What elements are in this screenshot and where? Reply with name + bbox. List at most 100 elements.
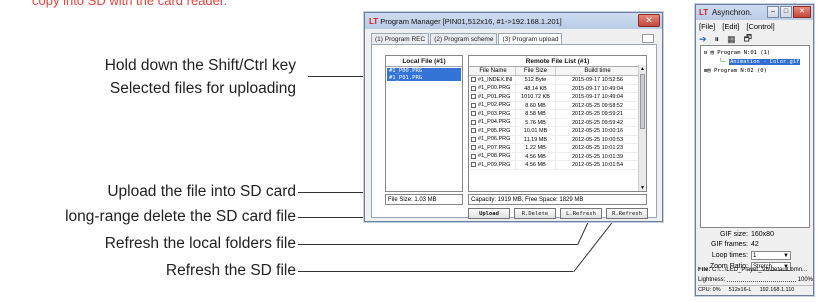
file-name-cell: #1_P00.PRG <box>469 84 516 92</box>
callout-shift-ctrl-line2: Selected files for uploading <box>109 80 296 97</box>
local-refresh-button[interactable]: L.Refresh <box>560 208 602 219</box>
row-checkbox[interactable] <box>471 128 476 134</box>
file-size-cell: 11.19 MB <box>516 135 556 143</box>
row-checkbox[interactable] <box>471 119 476 125</box>
local-file-item[interactable]: #1_P01.PRG <box>387 74 461 81</box>
file-name-text: #1_P00.PRG <box>478 85 511 91</box>
build-time-cell: 2015-09-17 10:49:04 <box>556 84 640 92</box>
row-checkbox[interactable] <box>471 145 476 151</box>
row-checkbox[interactable] <box>471 111 476 117</box>
toolbar: ➔ ⏸ ▦ 🗗 <box>696 33 813 45</box>
remote-file-title: Remote File List (#1) <box>469 56 646 67</box>
column-build-time[interactable]: Build time <box>556 67 640 75</box>
row-checkbox[interactable] <box>471 153 476 159</box>
status-bar: CPU: 0% 512x16-L 192.168.1.110 <box>698 285 813 293</box>
grid-icon[interactable]: ▦ <box>727 34 736 45</box>
remote-delete-button[interactable]: R.Delete <box>514 208 556 219</box>
lightness-value: 100% <box>797 277 813 283</box>
upload-button[interactable]: Upload <box>468 208 510 219</box>
build-time-cell: 2015-09-17 10:52:56 <box>556 76 640 84</box>
build-time-cell: 2012-05-25 10:00:53 <box>556 135 640 143</box>
file-name-cell: #1_P01.PRG <box>469 93 516 101</box>
scroll-up-icon[interactable]: ▲ <box>640 66 645 72</box>
file-name-cell: #1_P02.PRG <box>469 101 516 109</box>
gif-frames-value: 42 <box>751 241 759 248</box>
program-icon: ▤ <box>710 50 714 56</box>
close-button[interactable]: ✕ <box>793 6 811 18</box>
scroll-down-icon[interactable]: ▼ <box>640 185 645 191</box>
table-row[interactable]: #1_P01.PRG 1010.72 KB 2015-09-17 10:49:04 <box>469 93 646 102</box>
collapse-icon[interactable]: ⊟ <box>704 50 707 56</box>
file-name-cell: #1_P08.PRG <box>469 152 516 160</box>
column-file-name[interactable]: File Name <box>469 67 516 75</box>
file-name-cell: #1_P03.PRG <box>469 110 516 118</box>
row-checkbox[interactable] <box>471 85 476 91</box>
table-row[interactable]: #1_P00.PRG 48.14 KB 2015-09-17 10:49:04 <box>469 84 646 93</box>
tree-node-program-1[interactable]: ⊟ ▤ Program N:01 (1) <box>704 50 770 56</box>
row-checkbox[interactable] <box>471 102 476 108</box>
chevron-down-icon[interactable]: ▼ <box>783 253 789 259</box>
file-name-text: #1_P08.PRG <box>478 153 511 159</box>
build-time-cell: 2012-05-25 10:01:23 <box>556 144 640 152</box>
row-checkbox[interactable] <box>471 77 476 83</box>
gif-size-row: GIF size: 160x80 <box>700 231 774 238</box>
remote-scrollbar[interactable]: ▲ ▼ <box>638 65 646 191</box>
minimize-button[interactable]: – <box>767 6 779 18</box>
file-label: File: <box>698 267 711 273</box>
program-manager-window: LT Program Manager [PIN01,512x16, #1->19… <box>364 12 663 222</box>
callout-refresh-local: Refresh the local folders file <box>104 235 296 252</box>
row-checkbox[interactable] <box>471 162 476 168</box>
file-size-cell: 8.60 MB <box>516 101 556 109</box>
pause-icon[interactable]: ⏸ <box>715 34 720 45</box>
maximize-button[interactable]: □ <box>780 6 792 18</box>
menu-file[interactable]: [File] <box>699 22 715 31</box>
file-name-cell: #1_INDEX.INI <box>469 76 516 84</box>
file-size-cell: 5.76 MB <box>516 118 556 126</box>
table-row[interactable]: #1_P07.PRG 1.22 MB 2012-05-25 10:01:23 <box>469 144 646 153</box>
close-button[interactable]: ✕ <box>638 14 660 27</box>
file-size-cell: 48.14 KB <box>516 84 556 92</box>
remote-refresh-button[interactable]: R.Refresh <box>606 208 648 219</box>
table-row[interactable]: #1_P09.PRG 4.56 MB 2012-05-25 10:01:54 <box>469 161 646 170</box>
lightness-slider[interactable] <box>727 277 796 282</box>
program-tree: ⊟ ▤ Program N:01 (1) └─ Animation - Colo… <box>700 45 810 228</box>
leader-line-refresh-sd-diag <box>573 222 613 273</box>
loop-times-label: Loop times: <box>711 252 748 259</box>
row-checkbox[interactable] <box>471 94 476 100</box>
asynchron-window: LT Asynchron. – □ ✕ [File] [Edit] [Contr… <box>695 4 814 296</box>
table-row[interactable]: #1_P03.PRG 8.58 MB 2012-05-25 09:59:21 <box>469 110 646 119</box>
ip-status: 192.168.1.110 <box>759 287 795 293</box>
table-row[interactable]: #1_P06.PRG 11.19 MB 2012-05-25 10:00:53 <box>469 135 646 144</box>
table-row[interactable]: #1_INDEX.INI 512 Byte 2015-09-17 10:52:56 <box>469 76 646 85</box>
table-row[interactable]: #1_P04.PRG 5.76 MB 2012-05-25 09:59:42 <box>469 118 646 127</box>
gif-size-label: GIF size: <box>719 231 748 238</box>
menu-edit[interactable]: [Edit] <box>722 22 739 31</box>
file-name-text: #1_INDEX.INI <box>478 76 513 83</box>
file-name-text: #1_P04.PRG <box>478 119 511 125</box>
file-name-text: #1_P03.PRG <box>478 110 511 117</box>
file-path: C:\...\LED_Player_V6\default.bmn... <box>712 267 808 273</box>
file-size-cell: 8.58 MB <box>516 110 556 118</box>
column-file-size[interactable]: File Size <box>516 67 556 75</box>
asynchron-title: Asynchron. <box>711 8 752 17</box>
tree-label-program-2: Program N:02 (0) <box>713 68 767 74</box>
table-row[interactable]: #1_P02.PRG 8.60 MB 2012-05-25 09:58:52 <box>469 101 646 110</box>
scroll-thumb[interactable] <box>640 74 645 129</box>
build-time-cell: 2012-05-25 10:01:54 <box>556 161 640 169</box>
row-checkbox[interactable] <box>471 136 476 142</box>
file-name-cell: #1_P04.PRG <box>469 118 516 126</box>
cpu-status: CPU: 0% <box>698 287 721 293</box>
tab-panel-button[interactable] <box>642 34 654 43</box>
table-row[interactable]: #1_P08.PRG 4.56 MB 2012-05-25 10:01:39 <box>469 152 646 161</box>
callout-refresh-sd: Refresh the SD file <box>165 262 296 279</box>
program-icon: ⊞▤ <box>704 68 711 74</box>
tree-node-program-2[interactable]: ⊞▤ Program N:02 (0) <box>704 68 767 74</box>
file-size-cell: 10.01 MB <box>516 127 556 135</box>
program-manager-title: Program Manager [PIN01,512x16, #1->192.1… <box>380 16 562 26</box>
send-icon[interactable]: ➔ <box>699 34 707 45</box>
tree-node-animation[interactable]: └─ Animation - Color.gif <box>719 59 801 65</box>
table-row[interactable]: #1_P05.PRG 10.01 MB 2012-05-25 10:00:16 <box>469 127 646 136</box>
build-time-cell: 2012-05-25 09:59:42 <box>556 118 640 126</box>
local-file-list[interactable]: #1_P00.PRG #1_P01.PRG <box>386 67 462 82</box>
menu-control[interactable]: [Control] <box>746 22 774 31</box>
